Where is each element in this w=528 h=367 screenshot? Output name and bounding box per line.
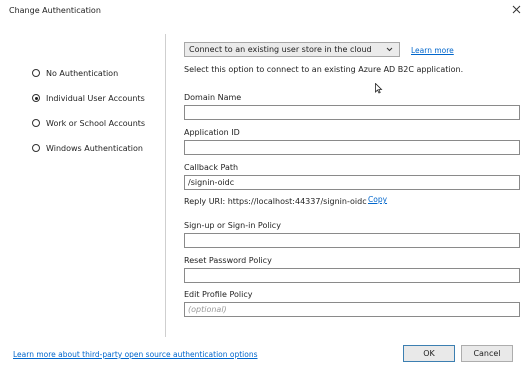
edit-profile-policy-label: Edit Profile Policy	[184, 290, 253, 299]
copy-link[interactable]: Copy	[368, 195, 387, 204]
pane-divider	[165, 34, 166, 337]
application-id-label: Application ID	[184, 128, 240, 137]
close-icon[interactable]	[510, 3, 524, 17]
signup-policy-label: Sign-up or Sign-in Policy	[184, 221, 281, 230]
radio-button[interactable]	[32, 144, 40, 152]
learn-more-link[interactable]: Learn more	[411, 46, 454, 55]
third-party-auth-link[interactable]: Learn more about third-party open source…	[13, 350, 258, 359]
chevron-down-icon	[386, 46, 393, 55]
mouse-cursor-icon	[375, 82, 383, 96]
store-description: Select this option to connect to an exis…	[184, 65, 464, 74]
cancel-button[interactable]: Cancel	[461, 345, 513, 362]
radio-work-or-school-accounts[interactable]: Work or School Accounts	[32, 117, 145, 129]
radio-button[interactable]	[32, 119, 40, 127]
radio-label: Individual User Accounts	[46, 93, 145, 103]
title-bar: Change Authentication	[0, 0, 528, 22]
radio-label: Windows Authentication	[46, 143, 143, 153]
radio-button[interactable]	[32, 94, 40, 102]
signup-policy-field[interactable]	[184, 233, 520, 248]
reset-password-policy-label: Reset Password Policy	[184, 256, 272, 265]
user-store-dropdown[interactable]: Connect to an existing user store in the…	[184, 42, 400, 57]
settings-pane: Connect to an existing user store in the…	[178, 22, 520, 340]
radio-no-authentication[interactable]: No Authentication	[32, 67, 118, 79]
callback-path-label: Callback Path	[184, 163, 239, 172]
auth-options-pane: No Authentication Individual User Accoun…	[0, 22, 165, 340]
window-title: Change Authentication	[9, 6, 101, 15]
edit-profile-policy-field[interactable]: (optional)	[184, 302, 520, 317]
radio-label: No Authentication	[46, 68, 119, 78]
reset-password-policy-field[interactable]	[184, 268, 520, 283]
domain-name-field[interactable]	[184, 105, 520, 120]
radio-individual-user-accounts[interactable]: Individual User Accounts	[32, 92, 145, 104]
radio-label: Work or School Accounts	[46, 118, 146, 128]
ok-button[interactable]: OK	[403, 345, 455, 362]
application-id-field[interactable]	[184, 140, 520, 155]
reply-uri-text: Reply URI: https://localhost:44337/signi…	[184, 197, 367, 206]
domain-name-label: Domain Name	[184, 93, 242, 102]
radio-button[interactable]	[32, 69, 40, 77]
dropdown-selected-value: Connect to an existing user store in the…	[189, 45, 372, 54]
radio-windows-authentication[interactable]: Windows Authentication	[32, 142, 143, 154]
callback-path-field[interactable]: /signin-oidc	[184, 175, 520, 190]
